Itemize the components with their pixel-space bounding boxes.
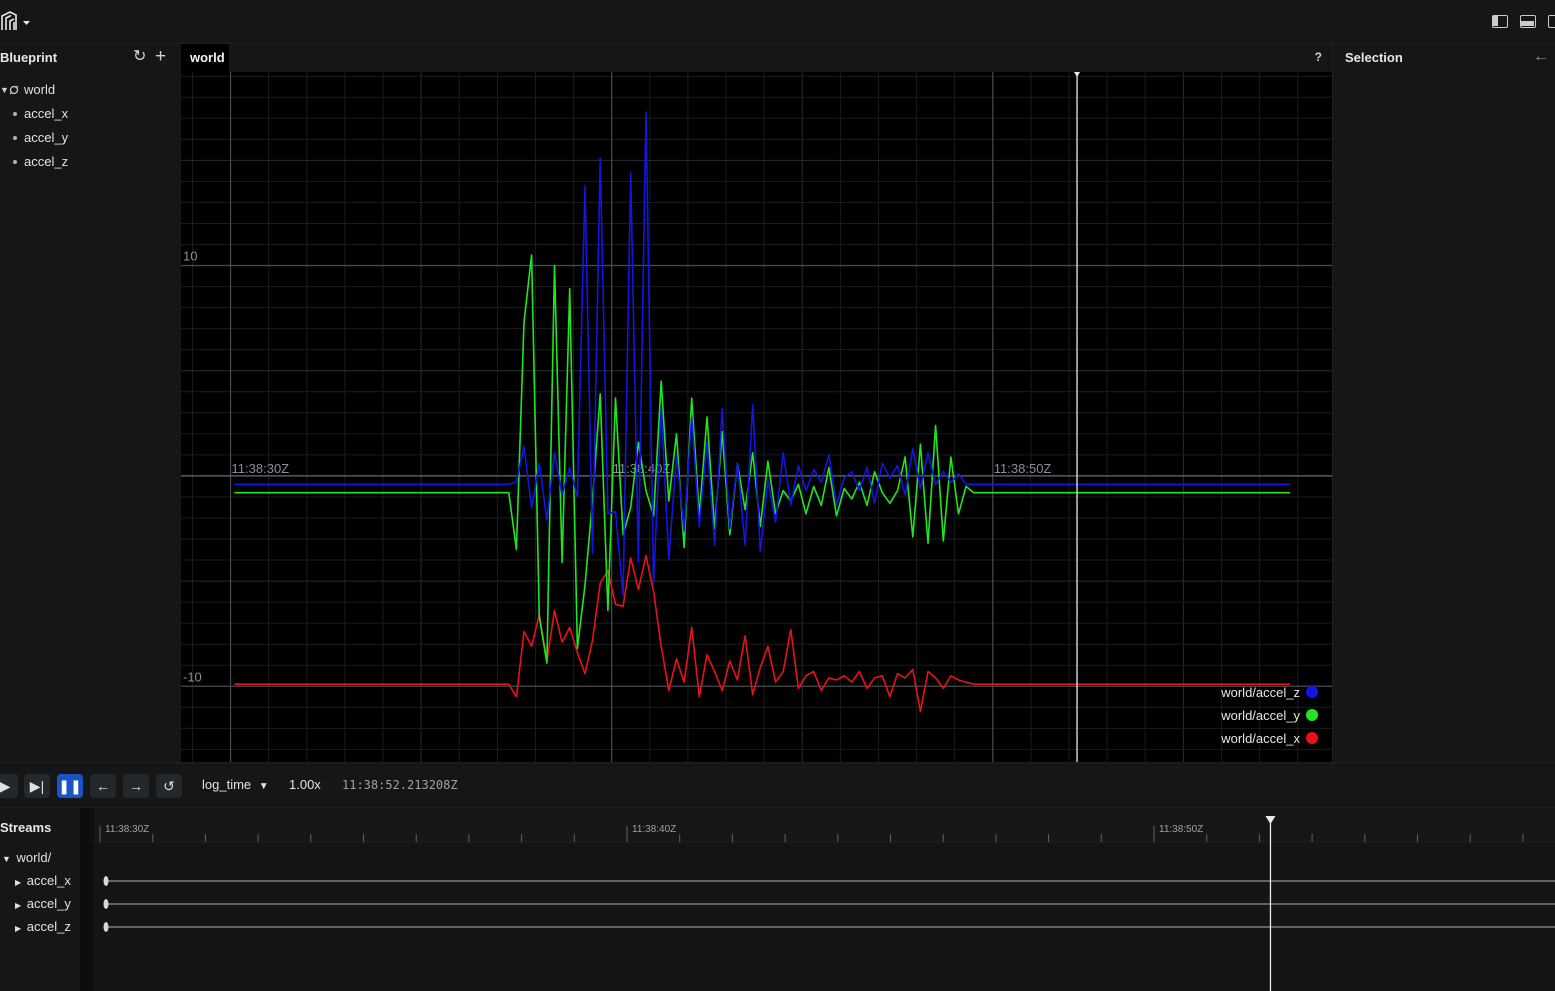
timeline-panel[interactable]: 11:38:30Z 11:38:40Z 11:38:50Z — [94, 808, 1555, 991]
chevron-right-icon: ▶ — [15, 878, 22, 887]
timeline-ruler-bg — [94, 808, 1555, 842]
blueprint-panel: Blueprint ↻ + ▼ world accel_x accel_y ac… — [0, 44, 181, 762]
view-tab-bar: world ? — [181, 44, 1332, 72]
timeline-tick-label: 11:38:50Z — [1159, 824, 1203, 835]
step-next-button[interactable]: → — [123, 774, 149, 798]
legend: world/accel_z world/accel_y world/accel_x — [1220, 685, 1318, 746]
x-tick-label: 11:38:30Z — [232, 461, 290, 476]
toggle-right-panel-button[interactable] — [1548, 15, 1555, 28]
playback-bar: ▶ ▶| ❚❚ ← → ↺ log_time ▼ 1.00x 11:38:52.… — [0, 762, 1555, 808]
legend-label: world/accel_z — [1220, 685, 1300, 700]
stream-item-accel-y[interactable]: ▶ accel_y — [15, 894, 71, 914]
entity-dot-icon — [13, 136, 17, 140]
arrow-left-icon[interactable]: ← — [1533, 48, 1549, 66]
legend-swatch — [1306, 732, 1318, 744]
streams-divider[interactable] — [80, 808, 94, 991]
stream-item-world[interactable]: ▼ world/ — [0, 848, 51, 868]
reset-blueprint-icon[interactable]: ↻ — [133, 48, 146, 66]
selection-title: Selection — [1345, 50, 1403, 65]
playback-speed[interactable]: 1.00x — [289, 777, 321, 792]
entity-dot-icon — [13, 112, 17, 116]
legend-swatch — [1306, 709, 1318, 721]
step-forward-button[interactable]: ▶| — [24, 774, 50, 798]
major-grid — [181, 72, 1332, 762]
tree-item-accel-z[interactable]: accel_z — [0, 151, 181, 173]
current-time[interactable]: 11:38:52.213208Z — [342, 778, 458, 792]
space-view-icon — [9, 85, 19, 95]
pause-button[interactable]: ❚❚ — [57, 774, 83, 798]
rerun-logo-icon — [1, 11, 30, 30]
app-menu-button[interactable] — [0, 10, 34, 34]
legend-label: world/accel_x — [1220, 731, 1300, 746]
time-cursor[interactable] — [1074, 72, 1081, 762]
pause-icon: ❚❚ — [58, 778, 82, 794]
entity-dot-icon — [13, 160, 17, 164]
tree-item-world[interactable]: ▼ world — [0, 79, 181, 101]
tick-labels: 11:38:30Z 11:38:40Z 11:38:50Z10-10 — [183, 249, 1051, 685]
series-line — [234, 111, 1291, 597]
tree-item-accel-y[interactable]: accel_y — [0, 127, 181, 149]
tree-item-label: world — [24, 82, 56, 97]
left-panel-icon — [1493, 16, 1498, 26]
chevron-down-icon — [23, 21, 30, 25]
minor-grid — [181, 72, 1332, 762]
step-back-button[interactable]: ← — [90, 774, 116, 798]
add-view-icon[interactable]: + — [155, 47, 166, 66]
streams-panel: Streams ▼ world/ ▶ accel_x ▶ accel_y ▶ a… — [0, 808, 80, 991]
tab-label: world — [190, 50, 225, 65]
tree-item-label: accel_y — [24, 130, 69, 145]
stream-item-label: accel_z — [26, 919, 71, 934]
tree-item-label: accel_x — [24, 106, 69, 121]
chevron-down-icon: ▼ — [2, 854, 11, 864]
y-tick-label: 10 — [183, 249, 197, 264]
series-lines — [234, 111, 1291, 713]
legend-label: world/accel_y — [1220, 708, 1300, 723]
chevron-down-icon: ▼ — [258, 781, 269, 792]
stream-data-marker — [103, 899, 109, 909]
stream-data-marker — [103, 876, 109, 886]
tree-item-accel-x[interactable]: accel_x — [0, 103, 181, 125]
timeline-tick-label: 11:38:40Z — [632, 824, 676, 835]
play-button[interactable]: ▶ — [0, 774, 18, 798]
blueprint-title: Blueprint — [0, 50, 58, 65]
timeline-tick-label: 11:38:30Z — [105, 824, 149, 835]
arrow-left-icon: ← — [96, 778, 110, 794]
timeline-ruler[interactable]: 11:38:30Z 11:38:40Z 11:38:50Z — [94, 808, 1555, 991]
blueprint-header: Blueprint ↻ + — [0, 44, 181, 72]
x-tick-label: 11:38:50Z — [994, 461, 1052, 476]
stream-data-marker — [103, 922, 109, 932]
top-bar — [0, 0, 1555, 44]
bottom-panel-icon — [1521, 21, 1534, 26]
tab-world[interactable]: world — [181, 44, 229, 72]
time-series-plot[interactable]: 11:38:30Z 11:38:40Z 11:38:50Z10-10 world/a… — [181, 72, 1332, 762]
legend-swatch — [1306, 686, 1318, 698]
tree-item-label: accel_z — [24, 154, 69, 169]
play-icon: ▶ — [0, 778, 11, 794]
streams-title: Streams — [0, 820, 52, 835]
timeline-select[interactable]: log_time ▼ — [202, 777, 269, 792]
y-tick-label: -10 — [183, 669, 202, 684]
timeline-select-value: log_time — [202, 777, 252, 792]
loop-button[interactable]: ↺ — [156, 774, 182, 798]
stream-item-label: world/ — [16, 850, 52, 865]
series-line — [234, 554, 1291, 713]
step-forward-icon: ▶| — [29, 778, 45, 794]
stream-item-label: accel_x — [26, 873, 71, 888]
chevron-right-icon: ▶ — [15, 901, 22, 910]
stream-item-accel-z[interactable]: ▶ accel_z — [15, 917, 71, 937]
selection-panel: Selection ← — [1332, 44, 1555, 762]
stream-item-accel-x[interactable]: ▶ accel_x — [15, 871, 71, 891]
toggle-bottom-panel-button[interactable] — [1520, 15, 1536, 28]
chevron-right-icon: ▶ — [15, 924, 22, 933]
loop-icon: ↺ — [163, 778, 175, 794]
help-icon[interactable]: ? — [1315, 50, 1322, 64]
arrow-right-icon: → — [129, 778, 143, 794]
time-series-view: world ? 11:38:30Z 11:38:40Z 11:38:50Z 10 -10… — [181, 44, 1332, 762]
toggle-left-panel-button[interactable] — [1492, 15, 1508, 28]
stream-item-label: accel_y — [26, 896, 71, 911]
